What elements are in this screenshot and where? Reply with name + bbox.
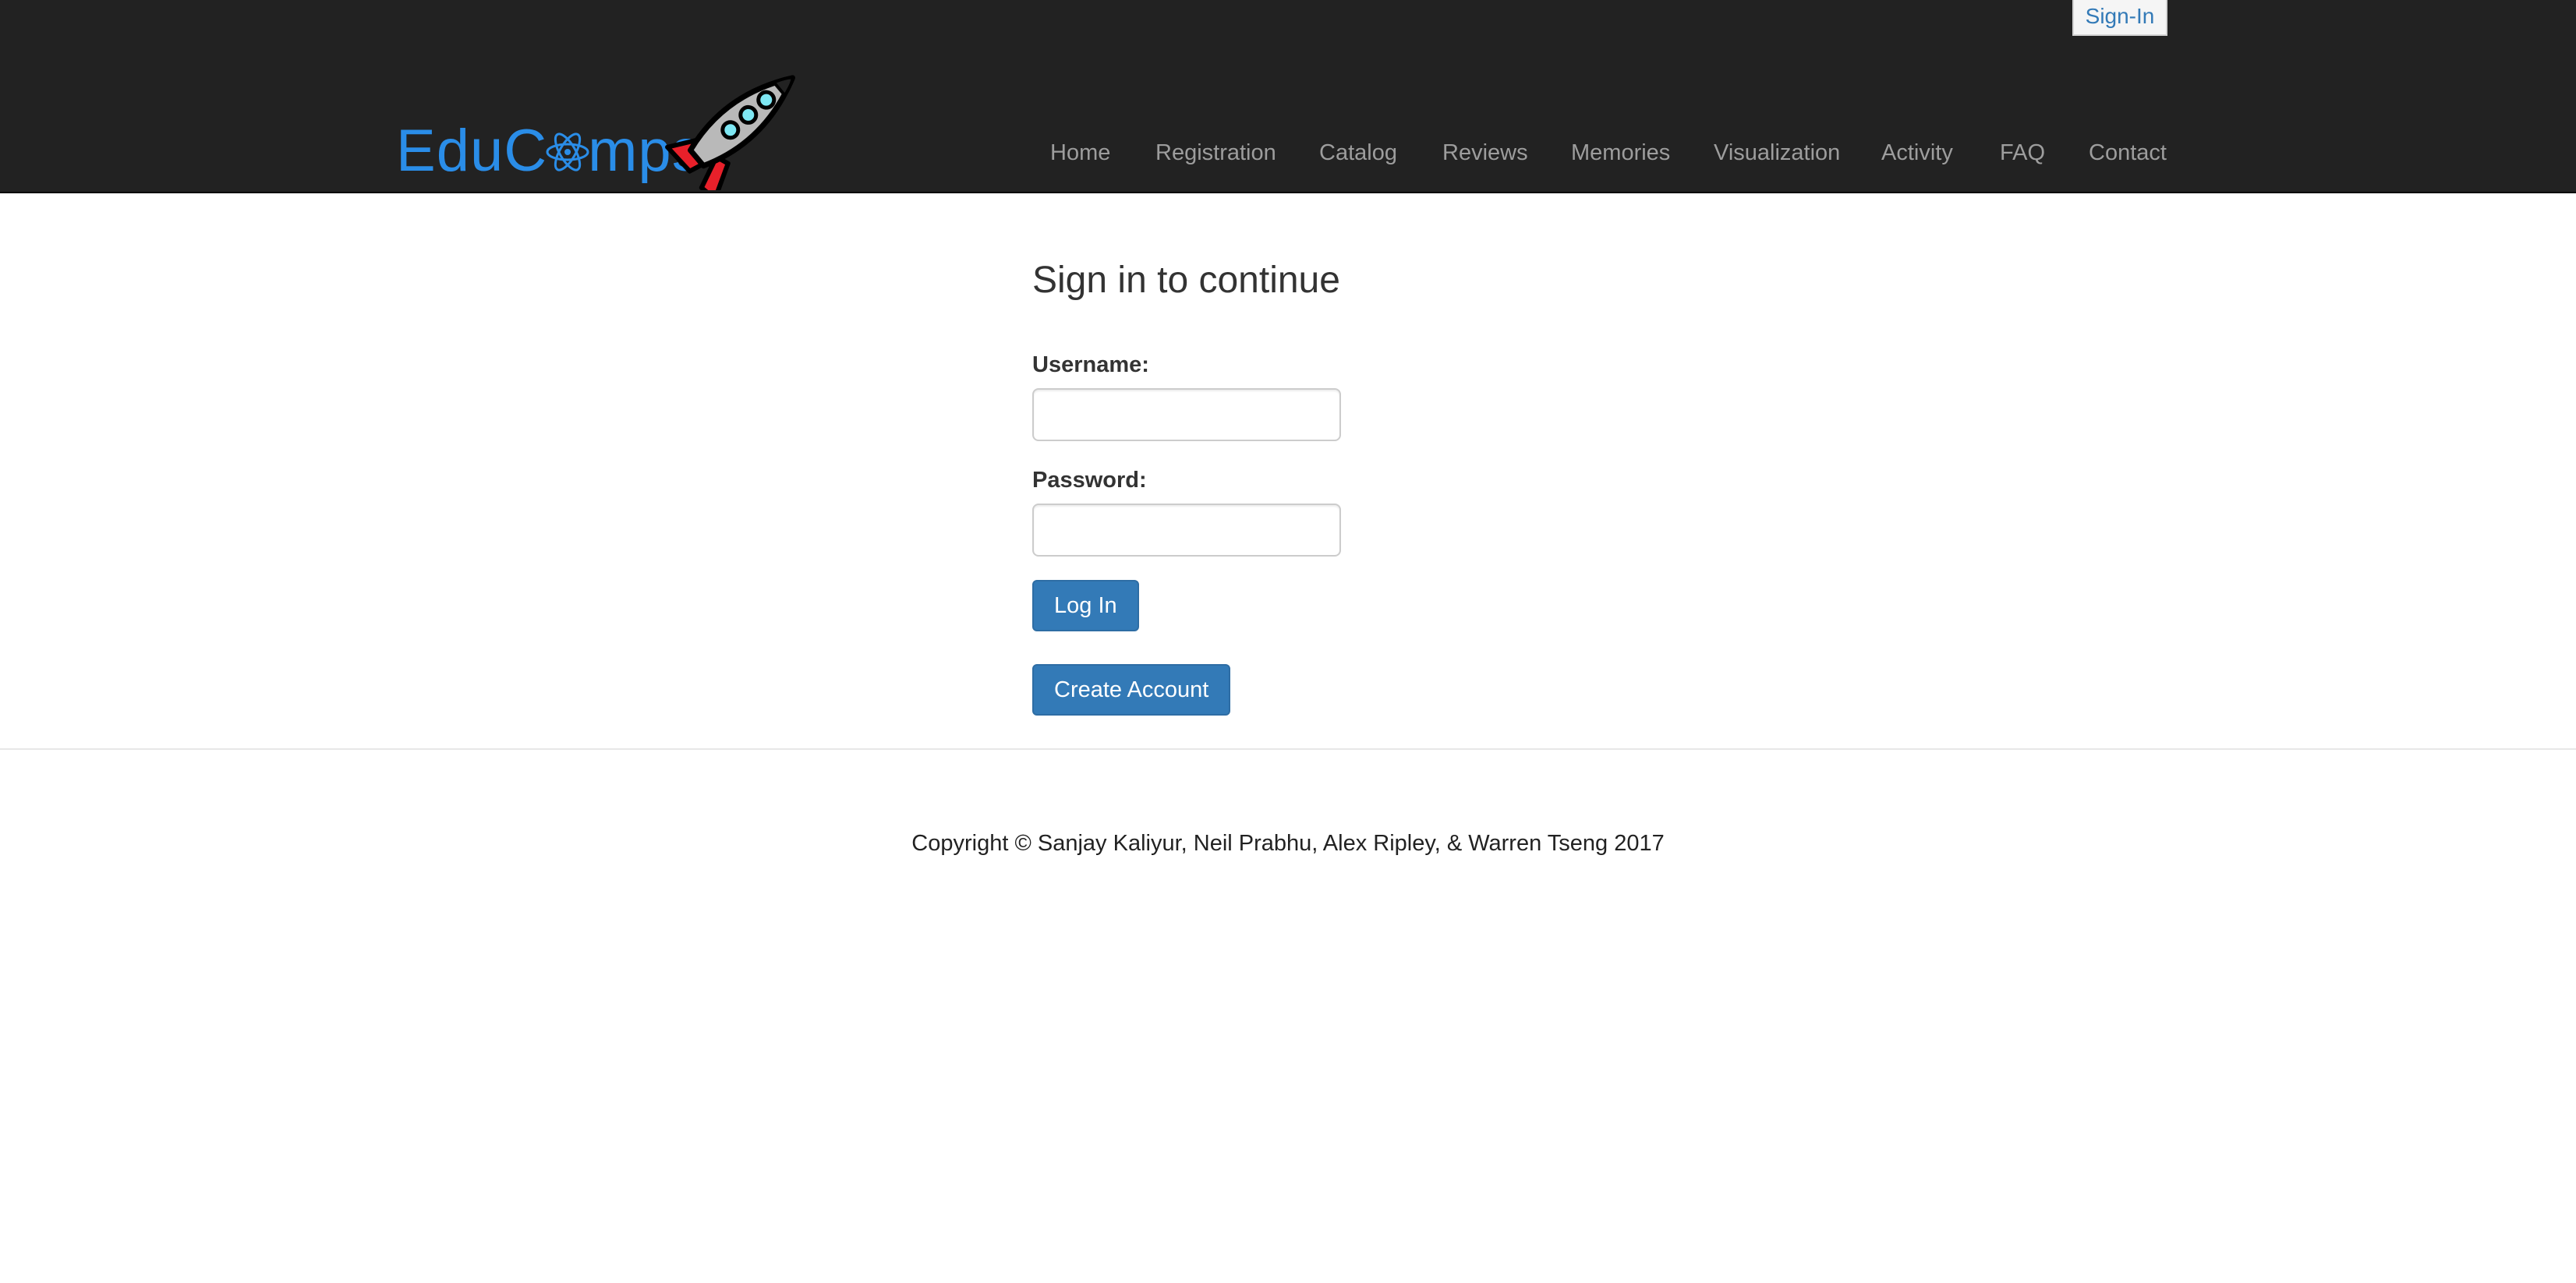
nav-contact[interactable]: Contact: [2089, 129, 2167, 176]
password-label: Password:: [1032, 468, 1147, 493]
page-title: Sign in to continue: [1032, 260, 1340, 301]
username-label: Username:: [1032, 352, 1149, 377]
username-input[interactable]: [1032, 388, 1341, 441]
log-in-button[interactable]: Log In: [1032, 580, 1139, 631]
nav-registration[interactable]: Registration: [1155, 129, 1276, 176]
create-account-button[interactable]: Create Account: [1032, 664, 1231, 716]
nav-reviews[interactable]: Reviews: [1442, 129, 1528, 176]
nav-catalog[interactable]: Catalog: [1319, 129, 1397, 176]
nav-faq[interactable]: FAQ: [2000, 129, 2045, 176]
nav-home[interactable]: Home: [1050, 129, 1110, 176]
password-input[interactable]: [1032, 504, 1341, 557]
main-nav: Home Registration Catalog Reviews Memori…: [0, 129, 2576, 176]
nav-visualization[interactable]: Visualization: [1714, 129, 1840, 176]
footer-divider: [0, 748, 2576, 750]
nav-activity[interactable]: Activity: [1881, 129, 1953, 176]
top-navbar: Sign-In EduC mps Home Registration Catal…: [0, 0, 2576, 193]
sign-in-link[interactable]: Sign-In: [2072, 0, 2167, 36]
nav-memories[interactable]: Memories: [1571, 129, 1670, 176]
footer-copyright: Copyright © Sanjay Kaliyur, Neil Prabhu,…: [911, 831, 1665, 856]
